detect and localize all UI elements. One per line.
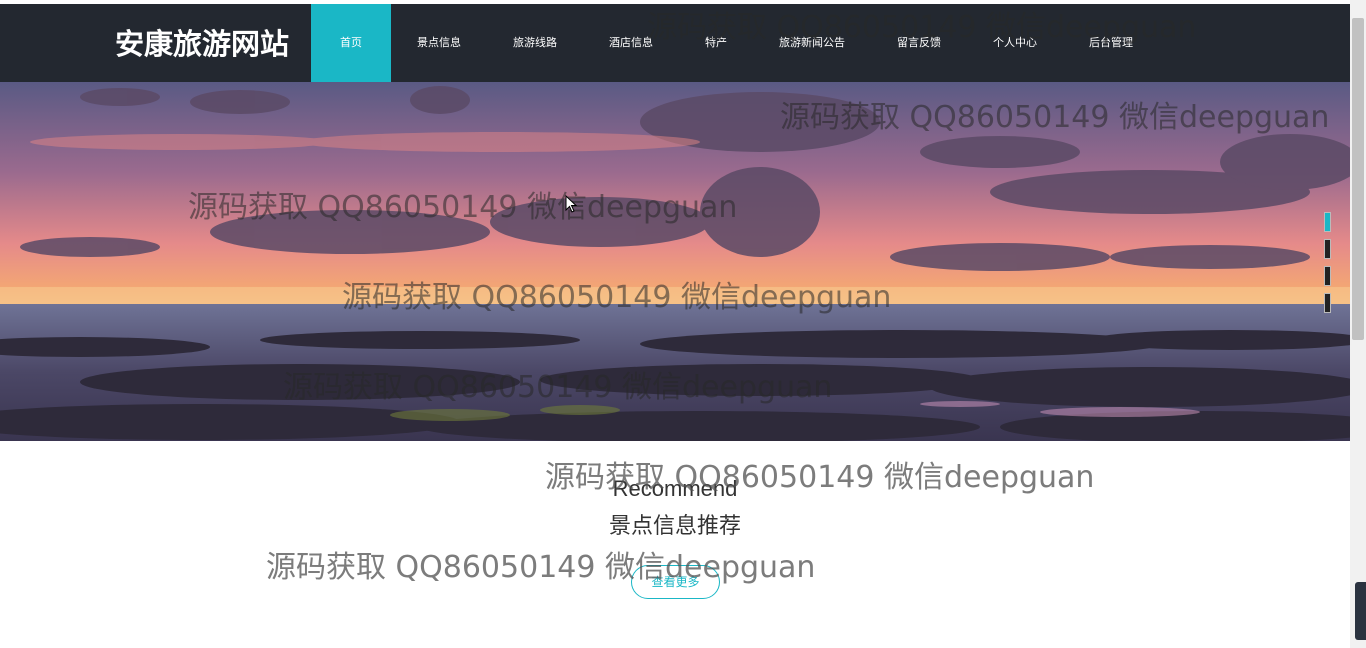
nav-item-news[interactable]: 旅游新闻公告 xyxy=(753,4,871,82)
carousel-indicators xyxy=(1324,212,1332,320)
watermark-text: 源码获取 QQ86050149 微信deepguan xyxy=(266,550,816,585)
hero-banner[interactable] xyxy=(0,82,1350,441)
scrollbar-thumb[interactable] xyxy=(1352,18,1364,340)
section-title-en: Recommend xyxy=(612,476,738,501)
nav-item-profile[interactable]: 个人中心 xyxy=(967,4,1063,82)
main-nav: 首页 景点信息 旅游线路 酒店信息 特产 旅游新闻公告 留言反馈 个人中心 后台… xyxy=(311,4,1159,82)
mouse-pointer-icon xyxy=(565,195,577,213)
carousel-dot-4[interactable] xyxy=(1324,293,1331,313)
carousel-dot-1[interactable] xyxy=(1324,212,1331,232)
carousel-dot-3[interactable] xyxy=(1324,266,1331,286)
site-header: 安康旅游网站 首页 景点信息 旅游线路 酒店信息 特产 旅游新闻公告 留言反馈 … xyxy=(0,4,1350,82)
section-title-cn: 景点信息推荐 xyxy=(608,514,741,539)
nav-item-admin[interactable]: 后台管理 xyxy=(1063,4,1159,82)
nav-item-specialties[interactable]: 特产 xyxy=(679,4,753,82)
sunset-seascape-image xyxy=(0,82,1350,441)
nav-item-attractions[interactable]: 景点信息 xyxy=(391,4,487,82)
nav-item-routes[interactable]: 旅游线路 xyxy=(487,4,583,82)
nav-item-hotels[interactable]: 酒店信息 xyxy=(583,4,679,82)
nav-item-home[interactable]: 首页 xyxy=(311,4,391,82)
side-floating-widget[interactable] xyxy=(1355,582,1366,640)
site-logo[interactable]: 安康旅游网站 xyxy=(115,24,289,64)
nav-item-feedback[interactable]: 留言反馈 xyxy=(871,4,967,82)
view-more-button[interactable]: 查看更多 xyxy=(631,565,720,599)
carousel-dot-2[interactable] xyxy=(1324,239,1331,259)
